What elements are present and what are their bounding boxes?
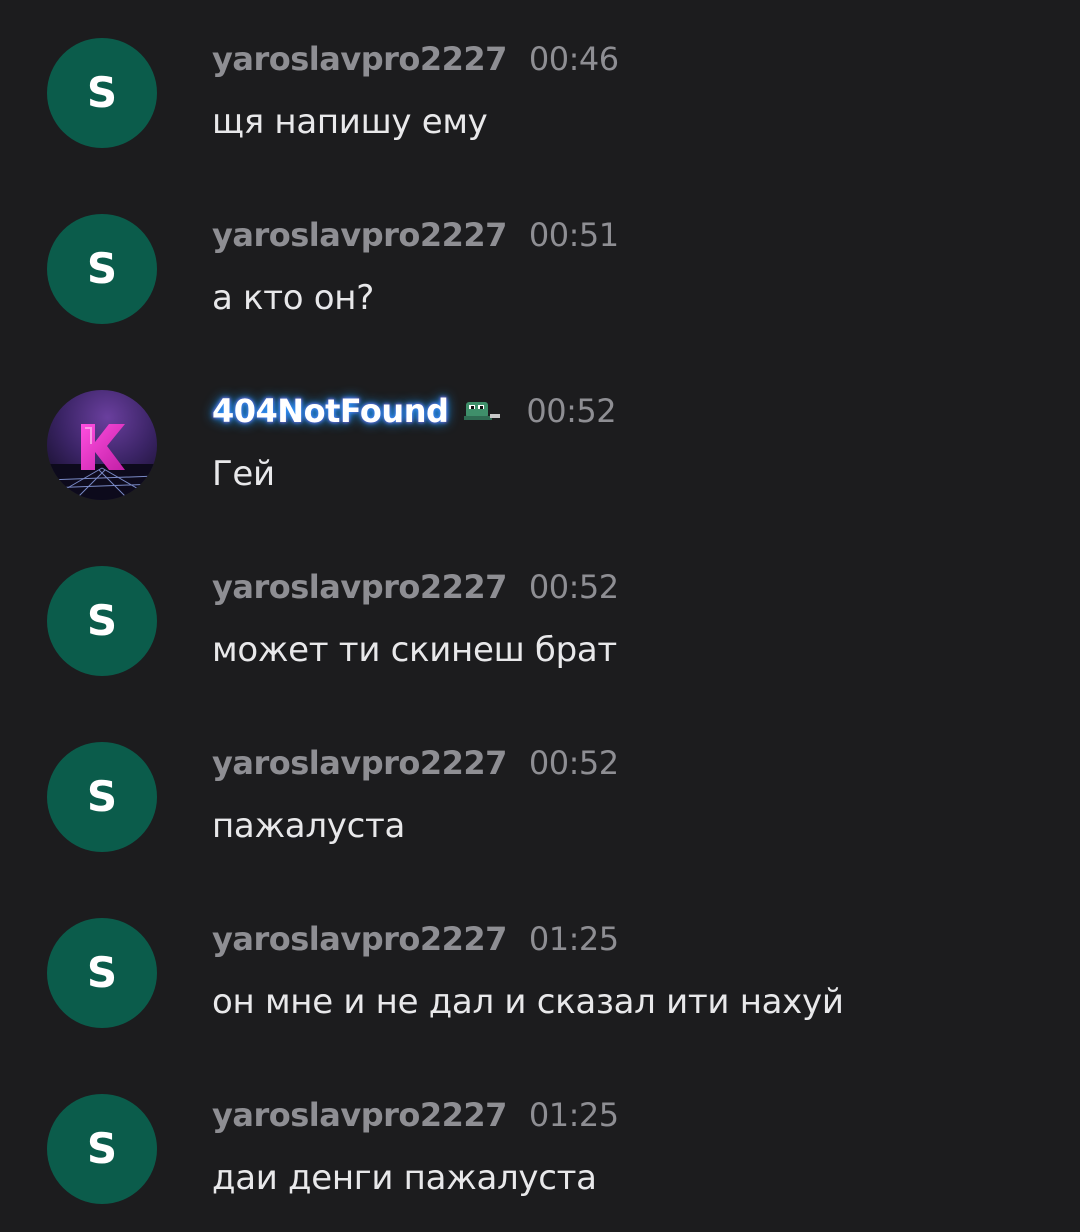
k-logo-icon — [47, 424, 157, 500]
chat-message-list[interactable]: S yaroslavpro2227 00:46 щя напишу ему S y… — [0, 0, 1080, 1230]
message-header: yaroslavpro2227 00:52 — [212, 568, 619, 612]
message-timestamp: 01:25 — [528, 1096, 619, 1134]
message-text: Гей — [212, 454, 275, 494]
message-text: даи денги пажалуста — [212, 1158, 597, 1198]
user-avatar[interactable]: S — [47, 918, 157, 1028]
message-timestamp: 00:51 — [528, 216, 619, 254]
username[interactable]: yaroslavpro2227 — [212, 40, 507, 78]
message-timestamp: 00:52 — [528, 568, 619, 606]
chat-message: S yaroslavpro2227 01:25 он мне и не дал и… — [0, 880, 1080, 1056]
user-avatar[interactable]: S — [47, 742, 157, 852]
avatar-letter: S — [86, 772, 118, 821]
chat-message: S yaroslavpro2227 00:46 щя напишу ему — [0, 0, 1080, 176]
message-header: yaroslavpro2227 00:52 — [212, 744, 619, 788]
message-header: yaroslavpro2227 00:46 — [212, 40, 619, 84]
user-avatar[interactable]: S — [47, 566, 157, 676]
pepe-badge-icon — [460, 396, 504, 426]
message-text: пажалуста — [212, 806, 406, 846]
message-text: а кто он? — [212, 278, 374, 318]
chat-message: S yaroslavpro2227 00:51 а кто он? — [0, 176, 1080, 352]
message-header: 404NotFound 00:52 — [212, 392, 617, 436]
chat-message: S yaroslavpro2227 00:52 пажалуста — [0, 704, 1080, 880]
chat-message: 404NotFound 00:52 Гей — [0, 352, 1080, 528]
message-header: yaroslavpro2227 01:25 — [212, 1096, 619, 1140]
avatar-letter: S — [86, 596, 118, 645]
username[interactable]: yaroslavpro2227 — [212, 1096, 507, 1134]
message-timestamp: 00:46 — [528, 40, 619, 78]
avatar-letter: S — [86, 948, 118, 997]
chat-message: S yaroslavpro2227 01:25 даи денги пажалус… — [0, 1056, 1080, 1232]
message-header: yaroslavpro2227 00:51 — [212, 216, 619, 260]
message-text: щя напишу ему — [212, 102, 488, 142]
message-timestamp: 00:52 — [526, 392, 617, 430]
user-avatar[interactable]: S — [47, 1094, 157, 1204]
user-avatar[interactable]: S — [47, 214, 157, 324]
avatar-letter: S — [86, 68, 118, 117]
user-avatar[interactable]: S — [47, 38, 157, 148]
chat-message: S yaroslavpro2227 00:52 может ти скинеш б… — [0, 528, 1080, 704]
message-text: он мне и не дал и сказал ити нахуй — [212, 982, 844, 1022]
message-timestamp: 01:25 — [528, 920, 619, 958]
username[interactable]: yaroslavpro2227 — [212, 920, 507, 958]
k-logo-synthwave-avatar[interactable] — [47, 390, 157, 500]
avatar-letter: S — [86, 1124, 118, 1173]
message-text: может ти скинеш брат — [212, 630, 617, 670]
username[interactable]: yaroslavpro2227 — [212, 216, 507, 254]
username[interactable]: 404NotFound — [212, 392, 449, 430]
username[interactable]: yaroslavpro2227 — [212, 568, 507, 606]
message-header: yaroslavpro2227 01:25 — [212, 920, 619, 964]
message-timestamp: 00:52 — [528, 744, 619, 782]
username[interactable]: yaroslavpro2227 — [212, 744, 507, 782]
avatar-letter: S — [86, 244, 118, 293]
